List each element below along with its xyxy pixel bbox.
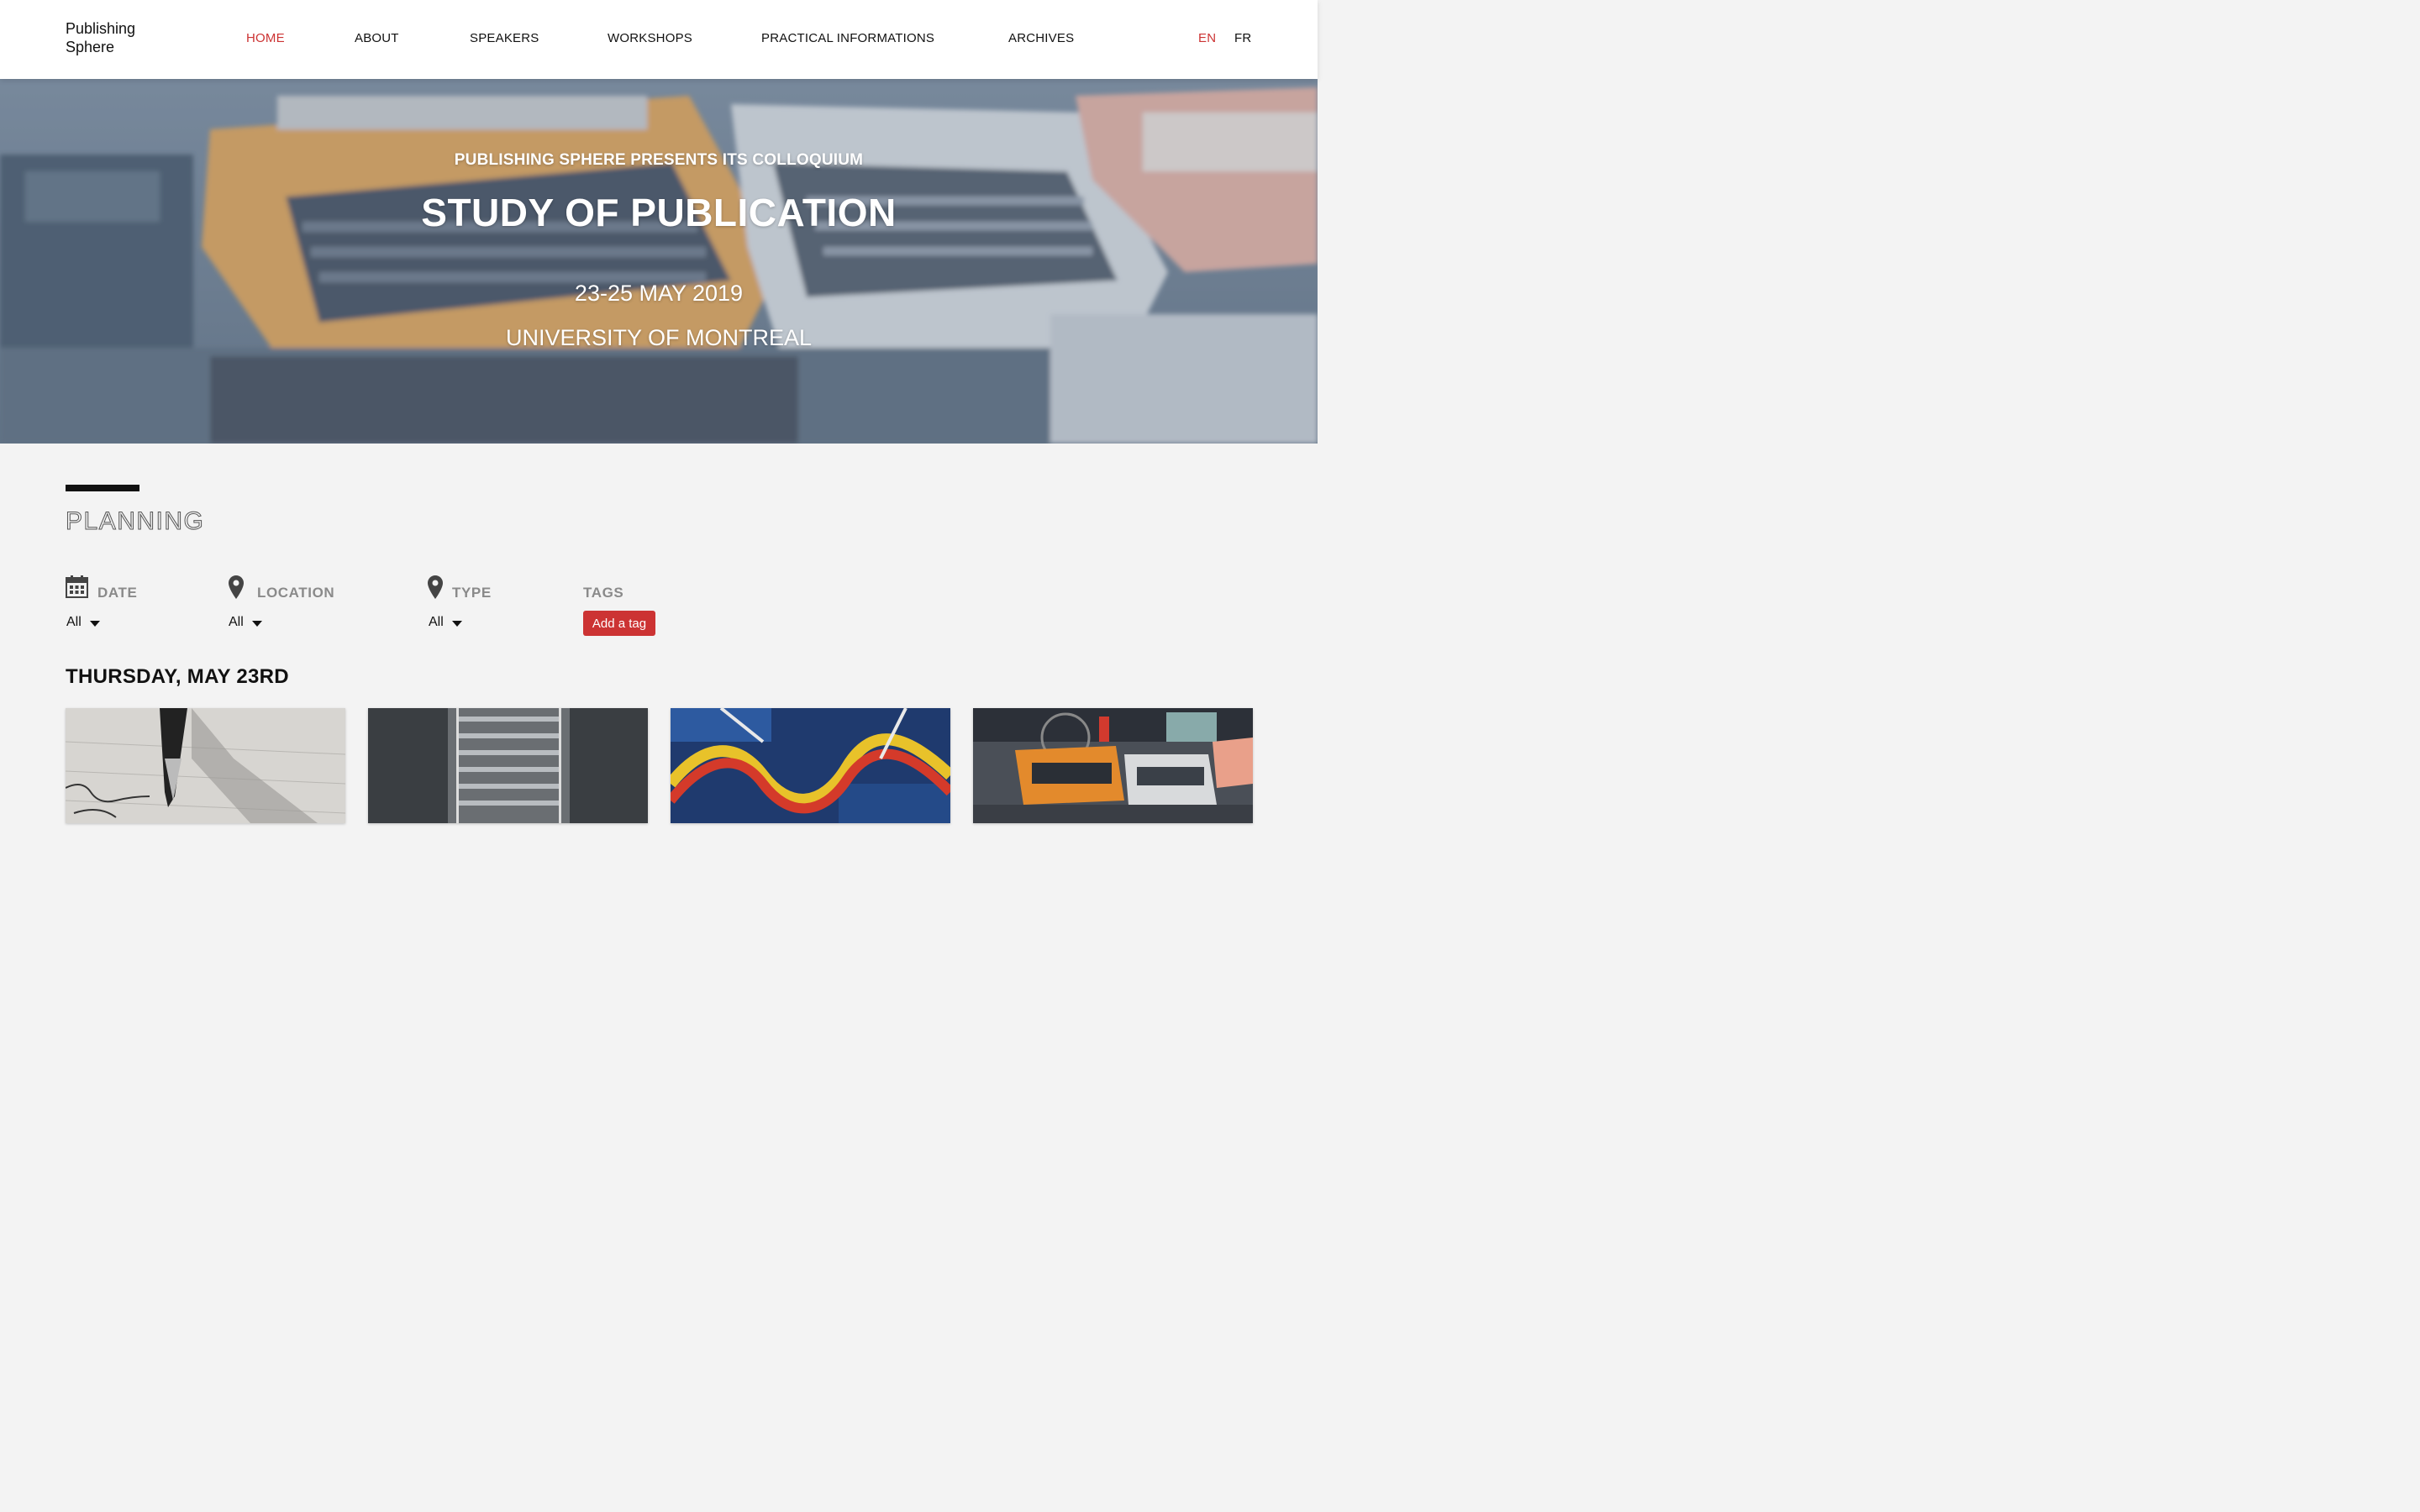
hero-banner: PUBLISHING SPHERE PRESENTS ITS COLLOQUIU… [0, 79, 1318, 444]
site-header: Publishing Sphere HOME ABOUT SPEAKERS WO… [0, 0, 1318, 79]
map-pin-icon [428, 575, 443, 599]
hero-location: UNIVERSITY OF MONTREAL [505, 325, 813, 350]
type-filter-value: All [429, 615, 444, 629]
planning-heading: PLANNING [65, 507, 205, 536]
type-filter-dropdown[interactable]: All [429, 615, 462, 630]
nav-practical-informations[interactable]: PRACTICAL INFORMATIONS [761, 31, 934, 45]
hero-typewriter-background [0, 79, 1318, 444]
stairs-image [368, 708, 648, 823]
fountain-pen-image [66, 708, 345, 823]
event-card-4[interactable] [973, 708, 1253, 823]
nav-archives[interactable]: ARCHIVES [1008, 31, 1074, 45]
typewriters-image [973, 708, 1253, 823]
nav-home[interactable]: HOME [246, 31, 285, 45]
add-tag-button[interactable]: Add a tag [583, 611, 655, 636]
abstract-painting-image [671, 708, 950, 823]
nav-about[interactable]: ABOUT [355, 31, 399, 45]
event-card-1[interactable] [66, 708, 345, 823]
map-pin-icon [229, 575, 244, 599]
nav-speakers[interactable]: SPEAKERS [470, 31, 539, 45]
hero-title: STUDY OF PUBLICATION [421, 191, 897, 234]
location-filter-value: All [229, 615, 244, 629]
language-en[interactable]: EN [1198, 31, 1216, 45]
nav-workshops[interactable]: WORKSHOPS [608, 31, 692, 45]
language-fr[interactable]: FR [1234, 31, 1251, 45]
location-filter-label: LOCATION [257, 585, 335, 601]
logo-line-2: Sphere [66, 39, 115, 55]
type-filter-label: TYPE [452, 585, 492, 601]
hero-dates: 23-25 MAY 2019 [574, 281, 744, 306]
calendar-icon [66, 575, 88, 598]
date-filter-label: DATE [97, 585, 138, 601]
day-heading: THURSDAY, MAY 23RD [66, 665, 289, 688]
event-card-3[interactable] [671, 708, 950, 823]
section-divider [66, 485, 139, 491]
date-filter-dropdown[interactable]: All [66, 615, 100, 630]
logo-line-1: Publishing [66, 20, 136, 37]
chevron-down-icon [89, 620, 100, 627]
site-logo[interactable]: Publishing Sphere [66, 19, 135, 56]
location-filter-dropdown[interactable]: All [229, 615, 262, 630]
date-filter-value: All [66, 615, 82, 629]
chevron-down-icon [251, 620, 262, 627]
hero-subtitle: PUBLISHING SPHERE PRESENTS ITS COLLOQUIU… [454, 151, 864, 169]
chevron-down-icon [451, 620, 462, 627]
tags-filter-label: TAGS [583, 585, 624, 601]
event-card-2[interactable] [368, 708, 648, 823]
